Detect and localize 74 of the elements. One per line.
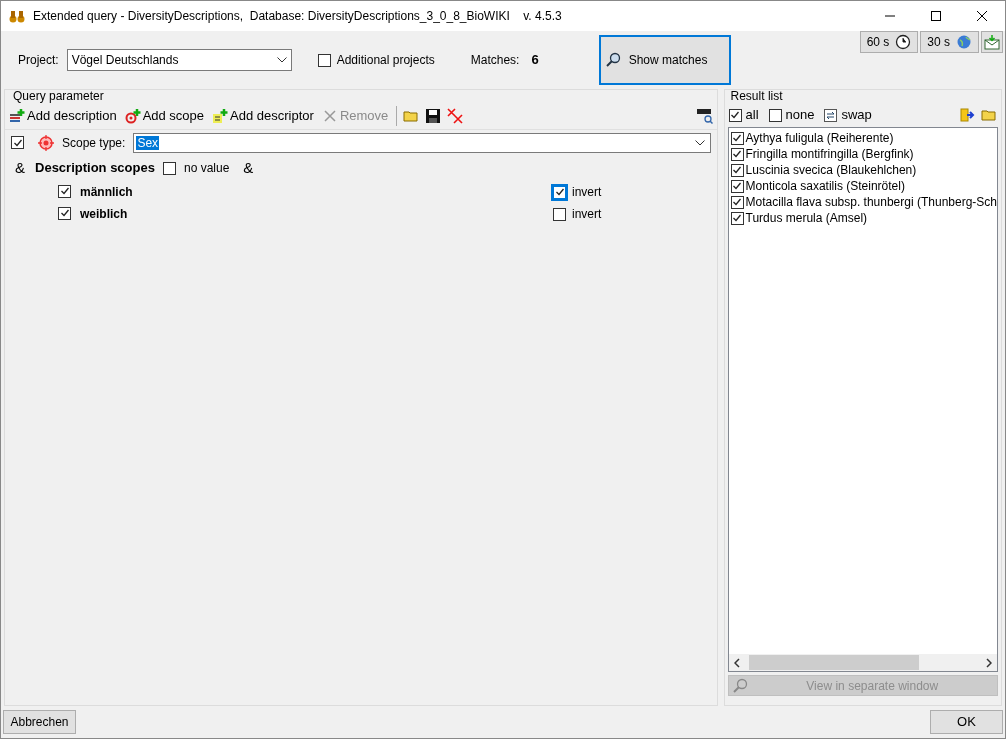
invert-label: invert bbox=[572, 206, 602, 223]
project-label: Project: bbox=[18, 52, 59, 69]
panel-title: Query parameter bbox=[13, 89, 105, 103]
select-option-label: all bbox=[745, 106, 759, 125]
checkbox[interactable] bbox=[58, 184, 71, 198]
window-title: Extended query - DiversityDescriptions, Database: DiversityDescriptions_3_0_8_BioWIKI v. 4.5.3 bbox=[33, 8, 562, 25]
checkbox[interactable] bbox=[11, 136, 24, 149]
envelope-icon bbox=[984, 34, 1000, 50]
result-list-item[interactable]: Monticola saxatilis (Steinrötel) bbox=[728, 178, 997, 194]
close-icon bbox=[321, 108, 338, 124]
checkbox[interactable] bbox=[730, 131, 744, 145]
checkbox[interactable] bbox=[728, 108, 742, 122]
mail-button[interactable] bbox=[981, 31, 1003, 53]
project-dropdown[interactable]: Vögel Deutschlands bbox=[66, 49, 292, 71]
maximize-icon bbox=[931, 11, 941, 21]
toolbar-button[interactable]: Add descriptor bbox=[212, 106, 314, 126]
checkbox[interactable] bbox=[58, 206, 71, 220]
scope-type-label: Scope type: bbox=[62, 134, 126, 152]
clear-icon[interactable] bbox=[447, 108, 464, 124]
horizontal-scrollbar[interactable] bbox=[728, 654, 997, 671]
chevron-down-icon bbox=[276, 57, 287, 63]
matches-count: 6 bbox=[531, 51, 539, 70]
chevron-left-icon[interactable] bbox=[733, 657, 740, 668]
result-list-item[interactable]: Aythya fuligula (Reiherente) bbox=[728, 130, 997, 146]
chevron-right-icon[interactable] bbox=[986, 657, 992, 668]
result-list-item[interactable]: Motacilla flava subsp. thunbergi (Thunberg-Sch bbox=[728, 194, 997, 210]
result-list-item[interactable]: Turdus merula (Amsel) bbox=[728, 210, 997, 226]
globe-icon bbox=[956, 34, 972, 50]
scope-value-label: weiblich bbox=[80, 206, 129, 223]
ok-button[interactable]: OK bbox=[930, 710, 1003, 734]
show-matches-button[interactable]: Show matches bbox=[598, 35, 731, 85]
checkbox[interactable] bbox=[730, 195, 744, 209]
no-value-label: no value bbox=[183, 160, 230, 177]
clock-icon bbox=[895, 34, 912, 50]
chevron-down-icon bbox=[694, 139, 705, 146]
select-option-label: swap bbox=[841, 106, 872, 125]
export-icon[interactable] bbox=[959, 107, 975, 123]
toolbar-button[interactable]: Add description bbox=[9, 106, 117, 126]
result-list-item[interactable]: Fringilla montifringilla (Bergfink) bbox=[728, 146, 997, 162]
add-target-icon bbox=[124, 108, 141, 124]
timer-button[interactable]: 60 s bbox=[859, 31, 919, 53]
swap-icon[interactable] bbox=[824, 108, 838, 122]
checkbox[interactable] bbox=[730, 211, 744, 225]
target-icon bbox=[38, 134, 54, 151]
checkbox[interactable] bbox=[553, 207, 566, 221]
magnifier-icon bbox=[731, 677, 748, 694]
checkbox[interactable] bbox=[768, 108, 782, 122]
magnifier-icon bbox=[604, 52, 621, 68]
and-operator: & bbox=[15, 157, 25, 178]
checkbox[interactable] bbox=[730, 147, 744, 161]
toolbar-button[interactable]: Add scope bbox=[124, 106, 205, 126]
result-list-item[interactable]: Luscinia svecica (Blaukehlchen) bbox=[728, 162, 997, 178]
sql-search-icon[interactable] bbox=[696, 108, 713, 124]
close-icon bbox=[977, 11, 987, 21]
checkbox[interactable] bbox=[162, 161, 176, 175]
scope-type-dropdown[interactable]: Sex bbox=[133, 132, 711, 153]
add-list-icon bbox=[9, 108, 25, 124]
invert-label: invert bbox=[572, 184, 602, 201]
panel-title: Result list bbox=[730, 89, 784, 103]
save-icon[interactable] bbox=[425, 108, 442, 124]
checkbox[interactable] bbox=[730, 163, 744, 177]
binoculars-icon bbox=[9, 8, 25, 24]
checkbox[interactable] bbox=[317, 53, 331, 67]
scope-value-label: männlich bbox=[80, 184, 134, 201]
add-tag-icon bbox=[212, 108, 229, 124]
description-scopes-label: Description scopes bbox=[35, 159, 155, 178]
checkbox[interactable] bbox=[553, 185, 566, 199]
and-operator: & bbox=[243, 157, 254, 178]
cancel-button[interactable]: Abbrechen bbox=[3, 710, 76, 734]
timer-button[interactable]: 30 s bbox=[920, 31, 979, 53]
additional-projects-label: Additional projects bbox=[336, 52, 435, 69]
matches-label: Matches: bbox=[470, 52, 520, 69]
checkbox[interactable] bbox=[730, 179, 744, 193]
select-option-label: none bbox=[785, 106, 815, 125]
